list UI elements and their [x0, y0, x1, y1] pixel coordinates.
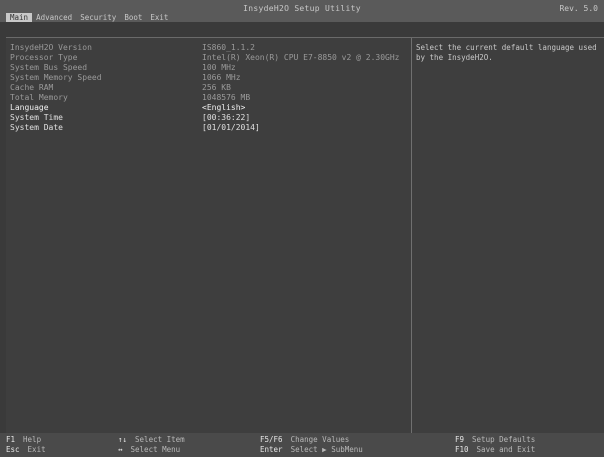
tab-security[interactable]: Security [76, 13, 120, 22]
row-system-memory-speed: System Memory Speed 1066 MHz [10, 73, 410, 83]
setting-label: Total Memory [10, 93, 68, 102]
row-insydeh2o-version: InsydeH2O Version IS860_1.1.2 [10, 43, 410, 53]
setting-label: InsydeH2O Version [10, 43, 92, 52]
language-select[interactable]: <English> [202, 103, 245, 113]
setting-label: Cache RAM [10, 83, 54, 92]
menu-tabs: Main Advanced Security Boot Exit [6, 13, 172, 22]
footer-key-exit: Esc Exit [6, 445, 46, 455]
row-system-bus-speed: System Bus Speed 100 MHz [10, 63, 410, 73]
key-help-footer: F1 Help Esc Exit ↑↓ Select Item ↔ Select Men… [0, 433, 604, 457]
setting-label: System Bus Speed [10, 63, 88, 72]
key-arrows-updown: ↑↓ [118, 435, 128, 444]
key-desc: Save and Exit [476, 445, 536, 454]
setting-value: 256 KB [202, 83, 231, 92]
row-system-time[interactable]: System Time [00:36:22] [10, 113, 410, 123]
key-enter: Enter [260, 445, 283, 454]
tab-main[interactable]: Main [6, 13, 33, 22]
app-title: InsydeH2O Setup Utility [243, 4, 361, 13]
system-date-field[interactable]: [01/01/2014] [202, 123, 260, 133]
key-desc: Change Values [290, 435, 350, 444]
key-desc: Setup Defaults [472, 435, 536, 444]
main-body: InsydeH2O Version IS860_1.1.2 Processor … [6, 37, 604, 434]
key-f9: F9 [455, 435, 465, 444]
key-desc: Help [23, 435, 42, 444]
setting-value: IS860_1.1.2 [202, 43, 255, 52]
setting-label: System Memory Speed [10, 73, 102, 82]
setting-label: Language [10, 103, 49, 112]
bios-setup-screen: InsydeH2O Setup Utility Rev. 5.0 Main Ad… [0, 0, 604, 457]
system-time-field[interactable]: [00:36:22] [202, 113, 250, 123]
row-processor-type: Processor Type Intel(R) Xeon(R) CPU E7-8… [10, 53, 410, 63]
tab-advanced[interactable]: Advanced [32, 13, 76, 22]
settings-panel: InsydeH2O Version IS860_1.1.2 Processor … [6, 38, 410, 434]
tab-exit[interactable]: Exit [146, 13, 172, 22]
footer-key-change-values: F5/F6 Change Values [260, 435, 349, 445]
row-total-memory: Total Memory 1048576 MB [10, 93, 410, 103]
setting-label: Processor Type [10, 53, 78, 62]
setting-value: 1048576 MB [202, 93, 251, 102]
setting-label: System Time [10, 113, 63, 122]
key-desc: Select Menu [130, 445, 181, 454]
key-desc: Select ▶ SubMenu [290, 445, 363, 454]
key-esc: Esc [6, 445, 20, 454]
title-bar: InsydeH2O Setup Utility Rev. 5.0 Main Ad… [0, 0, 604, 22]
footer-key-save-exit: F10 Save and Exit [455, 445, 535, 455]
key-desc: Select Item [135, 435, 185, 444]
setting-value: 1066 MHz [202, 73, 241, 82]
revision-label: Rev. 5.0 [559, 4, 598, 13]
footer-key-setup-defaults: F9 Setup Defaults [455, 435, 535, 445]
setting-value: Intel(R) Xeon(R) CPU E7-8850 v2 @ 2.30GH… [202, 53, 400, 62]
footer-key-help: F1 Help [6, 435, 41, 445]
key-desc: Exit [27, 445, 46, 454]
footer-key-select-menu: ↔ Select Menu [118, 445, 180, 455]
footer-key-submenu: Enter Select ▶ SubMenu [260, 445, 363, 455]
setting-value: 100 MHz [202, 63, 236, 72]
key-arrows-leftright: ↔ [118, 445, 123, 454]
key-f1: F1 [6, 435, 16, 444]
row-cache-ram: Cache RAM 256 KB [10, 83, 410, 93]
key-f5-f6: F5/F6 [260, 435, 283, 444]
key-f10: F10 [455, 445, 469, 454]
tab-boot[interactable]: Boot [120, 13, 146, 22]
row-language[interactable]: Language <English> [10, 103, 410, 113]
row-system-date[interactable]: System Date [01/01/2014] [10, 123, 410, 133]
footer-key-select-item: ↑↓ Select Item [118, 435, 185, 445]
setting-label: System Date [10, 123, 63, 132]
panel-divider [411, 38, 412, 434]
help-text: Select the current default language used… [416, 43, 597, 62]
